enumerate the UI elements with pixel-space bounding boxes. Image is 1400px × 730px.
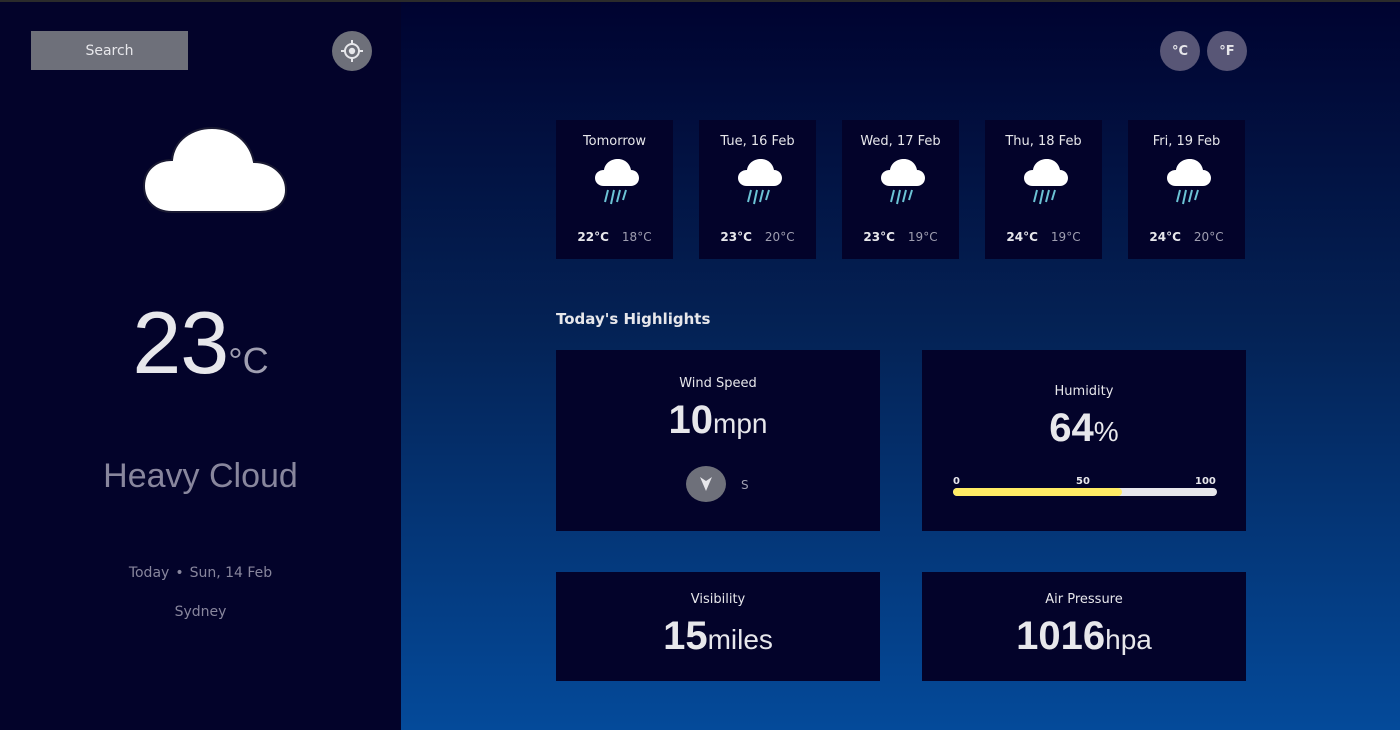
- humidity-card: Humidity 64% 0 50 100: [922, 350, 1246, 531]
- visibility-number: 15: [663, 614, 708, 658]
- visibility-card: Visibility 15miles: [556, 572, 880, 681]
- crosshair-icon: [341, 40, 363, 62]
- navigation-arrow-icon: [700, 477, 712, 491]
- visibility-unit: miles: [707, 624, 773, 655]
- location-name: Sydney: [174, 604, 227, 620]
- forecast-high: 23°C: [720, 230, 752, 244]
- forecast-temps: 24°C 19°C: [985, 230, 1102, 244]
- forecast-day: Thu, 18 Feb: [1005, 134, 1082, 149]
- current-location-button[interactable]: [332, 31, 372, 71]
- air-pressure-label: Air Pressure: [1045, 592, 1123, 607]
- forecast-card: Wed, 17 Feb 23°C 19°C: [842, 120, 959, 259]
- forecast-high: 22°C: [577, 230, 609, 244]
- forecast-low: 18°C: [621, 230, 652, 244]
- forecast-card: Thu, 18 Feb 24°C 19°C: [985, 120, 1102, 259]
- visibility-label: Visibility: [690, 592, 746, 607]
- date-prefix: Today: [128, 565, 170, 581]
- forecast-low: 20°C: [764, 230, 795, 244]
- air-pressure-value: 1016hpa: [922, 614, 1246, 659]
- humidity-progress-fill: [953, 488, 1122, 496]
- heavy-rain-icon: [1024, 159, 1068, 205]
- forecast-temps: 24°C 20°C: [1128, 230, 1245, 244]
- highlights-title: Today's Highlights: [556, 310, 711, 328]
- wind-speed-unit: mpn: [713, 408, 768, 439]
- heavy-rain-icon: [881, 159, 925, 205]
- heavy-rain-icon: [1167, 159, 1211, 205]
- forecast-low: 19°C: [907, 230, 938, 244]
- current-temperature: 23°C: [0, 292, 401, 394]
- temperature-value: 23: [132, 293, 229, 392]
- forecast-card: Fri, 19 Feb 24°C 20°C: [1128, 120, 1245, 259]
- heavy-cloud-icon: [142, 126, 288, 213]
- wind-speed-number: 10: [668, 398, 714, 442]
- forecast-temps: 23°C 19°C: [842, 230, 959, 244]
- heavy-rain-icon: [595, 159, 639, 205]
- forecast-high: 23°C: [863, 230, 895, 244]
- main-panel: °C °F Tomorrow 22°C 18°C Tue, 16 Feb 23°…: [401, 2, 1400, 730]
- humidity-scale-min: 0: [953, 476, 960, 487]
- wind-direction-badge: [686, 466, 726, 502]
- forecast-temps: 23°C 20°C: [699, 230, 816, 244]
- forecast-low: 19°C: [1050, 230, 1081, 244]
- humidity-scale-mid: 50: [1076, 476, 1090, 487]
- current-date: Sun, 14 Feb: [189, 565, 273, 581]
- weather-condition: Heavy Cloud: [103, 457, 298, 495]
- date-line: Today • Sun, 14 Feb: [0, 565, 401, 581]
- sidebar: Search 23°C Heavy Cloud Today • Sun, 14 Fe…: [0, 2, 401, 730]
- forecast-day: Tue, 16 Feb: [720, 134, 795, 149]
- humidity-scale-max: 100: [1195, 476, 1216, 487]
- forecast-day: Fri, 19 Feb: [1152, 134, 1221, 149]
- wind-speed-value: 10mpn: [556, 398, 880, 443]
- temperature-unit: °C: [228, 340, 269, 381]
- search-button[interactable]: Search: [31, 31, 188, 70]
- air-pressure-unit: hpa: [1105, 624, 1152, 655]
- forecast-high: 24°C: [1149, 230, 1181, 244]
- humidity-progress-bar: [953, 488, 1217, 496]
- forecast-high: 24°C: [1006, 230, 1038, 244]
- date-separator: •: [175, 565, 184, 581]
- forecast-card: Tomorrow 22°C 18°C: [556, 120, 673, 259]
- forecast-day: Wed, 17 Feb: [860, 134, 941, 149]
- fahrenheit-toggle[interactable]: °F: [1207, 31, 1247, 71]
- forecast-day: Tomorrow: [582, 134, 647, 149]
- humidity-label: Humidity: [1054, 384, 1114, 399]
- forecast-card: Tue, 16 Feb 23°C 20°C: [699, 120, 816, 259]
- wind-direction-text: S: [741, 478, 749, 492]
- wind-speed-label: Wind Speed: [679, 376, 757, 391]
- wind-speed-card: Wind Speed 10mpn S: [556, 350, 880, 531]
- forecast-low: 20°C: [1193, 230, 1224, 244]
- air-pressure-number: 1016: [1016, 614, 1106, 658]
- humidity-unit: %: [1093, 416, 1119, 447]
- celsius-toggle[interactable]: °C: [1160, 31, 1200, 71]
- humidity-value: 64%: [922, 406, 1246, 451]
- heavy-rain-icon: [738, 159, 782, 205]
- forecast-temps: 22°C 18°C: [556, 230, 673, 244]
- air-pressure-card: Air Pressure 1016hpa: [922, 572, 1246, 681]
- visibility-value: 15miles: [556, 614, 880, 659]
- humidity-number: 64: [1049, 406, 1094, 450]
